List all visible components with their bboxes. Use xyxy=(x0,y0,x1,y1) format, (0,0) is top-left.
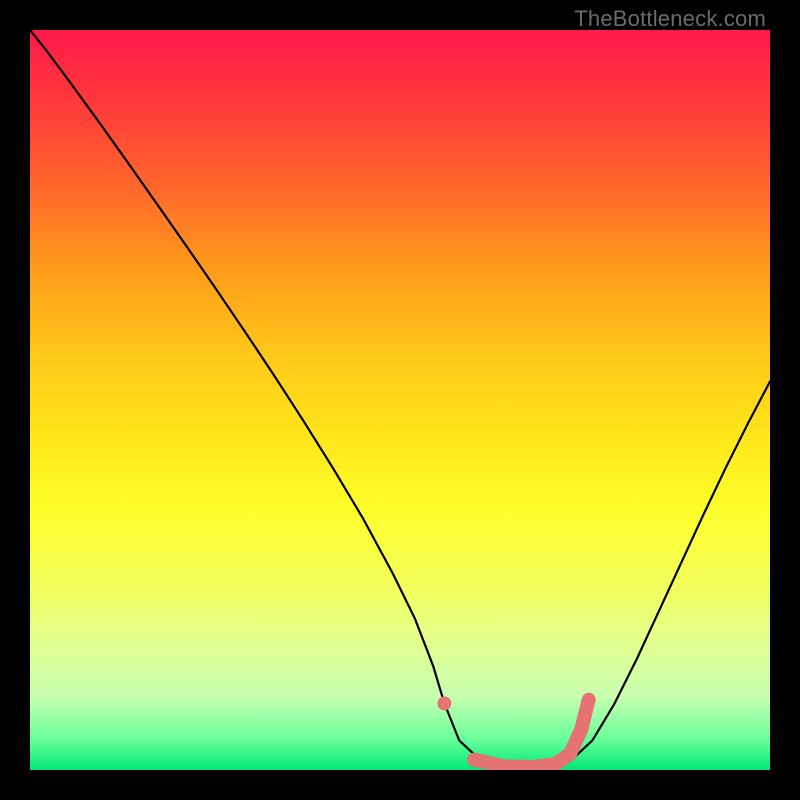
attribution-text: TheBottleneck.com xyxy=(574,6,766,32)
chart-overlay xyxy=(30,30,770,770)
highlight-marker-stroke xyxy=(474,700,589,767)
bottleneck-curve xyxy=(30,30,770,768)
highlight-marker-dot xyxy=(437,696,451,710)
chart-frame: TheBottleneck.com xyxy=(0,0,800,800)
